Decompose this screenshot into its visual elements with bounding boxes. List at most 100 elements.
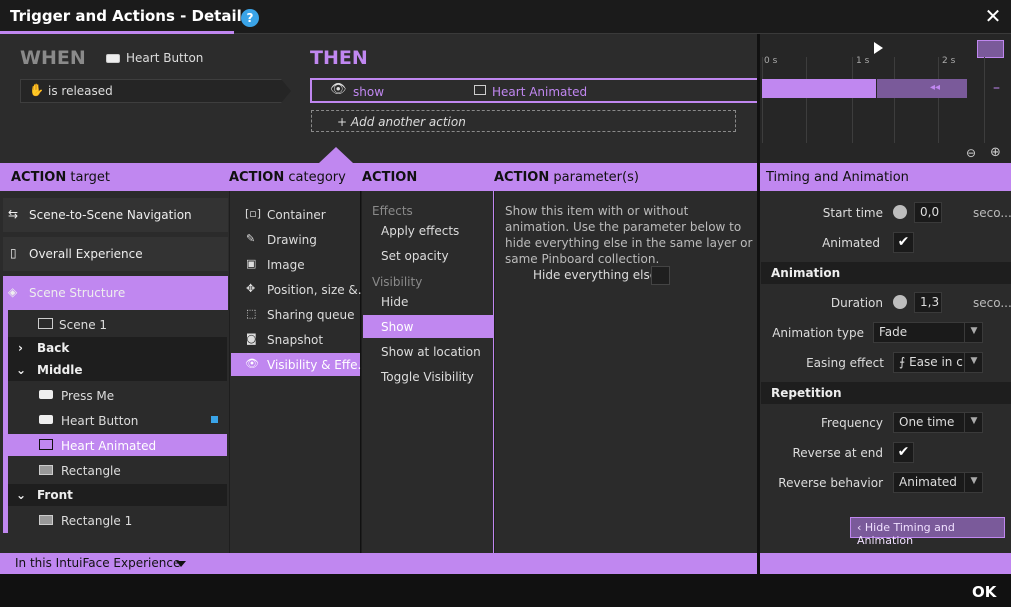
action-item[interactable]: Apply effects — [381, 224, 459, 238]
action-verb: show — [353, 85, 385, 99]
chevron-down-icon[interactable]: ▼ — [964, 412, 983, 433]
category-item[interactable]: Position, size &... — [267, 283, 369, 297]
nav-label: Scene Structure — [29, 286, 126, 300]
tree-group-label: Front — [37, 488, 73, 502]
zoom-out-icon[interactable]: ⊖ — [966, 146, 976, 160]
category-item[interactable]: Container — [267, 208, 326, 222]
bottom-bar — [0, 574, 1011, 607]
remove-icon[interactable]: – — [993, 80, 1000, 96]
tick-line — [894, 57, 895, 143]
animated-checkbox[interactable]: ✔ — [893, 232, 914, 253]
brush-icon: ✎ — [246, 232, 256, 245]
when-target[interactable]: Heart Button — [106, 51, 203, 65]
timeline-bar-duration[interactable] — [877, 79, 967, 98]
header-target: ACTION target — [11, 170, 110, 185]
layers-icon: ◈ — [8, 285, 18, 299]
category-item[interactable]: Image — [267, 258, 305, 272]
animation-type-value: Fade — [879, 325, 908, 339]
chevron-down-icon[interactable]: ▼ — [964, 352, 983, 373]
tree-label: Rectangle 1 — [61, 514, 133, 528]
chevron-down-icon[interactable]: ▼ — [964, 472, 983, 493]
rewind-icon: ◂◂ — [930, 82, 941, 93]
trigger-arrow — [281, 79, 291, 103]
then-label: THEN — [310, 47, 368, 69]
reverse-behavior-label: Reverse behavior — [778, 476, 883, 490]
container-icon: [▫] — [245, 207, 262, 220]
selection-caret — [319, 147, 353, 163]
reverse-end-checkbox[interactable]: ✔ — [893, 442, 914, 463]
arrows-icon: ⇆ — [8, 207, 19, 221]
tick-label: 2 s — [942, 56, 956, 66]
tick-line — [762, 57, 763, 143]
move-icon: ✥ — [246, 282, 256, 295]
when-label: WHEN — [20, 47, 86, 69]
action-group-label: Effects — [372, 204, 413, 218]
scene-icon — [38, 318, 53, 329]
tree-label: Heart Animated — [61, 439, 157, 453]
easing-label: Easing effect — [806, 356, 884, 370]
hide-else-label: Hide everything else — [533, 268, 658, 282]
when-target-label: Heart Button — [126, 51, 204, 65]
action-item[interactable]: Set opacity — [381, 249, 449, 263]
hand-icon: ✋ — [29, 83, 44, 97]
header-parameters: ACTION parameter(s) — [494, 170, 639, 185]
camera-icon: ◙ — [246, 332, 257, 345]
grid-icon[interactable] — [977, 40, 1004, 58]
button-icon — [106, 54, 120, 63]
window-title: Trigger and Actions - Details — [10, 7, 251, 25]
trigger-label: is released — [48, 84, 113, 98]
chevron-down-icon[interactable] — [176, 561, 186, 567]
animation-section-label: Animation — [771, 266, 841, 280]
action-item[interactable]: Show at location — [381, 345, 481, 359]
category-item[interactable]: Sharing queue — [267, 308, 354, 322]
ok-button[interactable]: OK — [972, 583, 996, 601]
frequency-label: Frequency — [821, 416, 883, 430]
category-item[interactable]: Drawing — [267, 233, 317, 247]
start-time-input[interactable]: 0,0 — [914, 202, 942, 223]
tree-label: Heart Button — [61, 414, 139, 428]
tick-label: 1 s — [856, 56, 870, 66]
rectangle-icon — [39, 465, 53, 475]
tick-label: 0 s — [764, 56, 778, 66]
zoom-in-icon[interactable]: ⊕ — [990, 145, 1001, 160]
timing-footer-bar — [760, 553, 1011, 574]
action-item[interactable]: Hide — [381, 295, 408, 309]
play-icon[interactable] — [874, 42, 883, 54]
nav-label: Overall Experience — [29, 247, 143, 261]
header-action: ACTION — [362, 170, 418, 185]
chevron-down-icon[interactable]: ▼ — [964, 322, 983, 343]
frequency-value: One time — [899, 415, 955, 429]
category-item[interactable]: Visibility & Effe... — [267, 358, 369, 372]
easing-icon: ⨍ — [899, 355, 910, 369]
eye-icon: 👁 — [245, 357, 259, 370]
duration-input[interactable]: 1,3 — [914, 292, 942, 313]
button-icon — [39, 390, 53, 399]
add-action-label: + Add another action — [337, 115, 466, 129]
action-item[interactable]: Show — [381, 320, 413, 334]
close-icon[interactable]: ✕ — [984, 5, 1002, 27]
hide-timing-button[interactable]: ‹ Hide Timing and Animation — [850, 517, 1005, 547]
scope-label[interactable]: In this IntuiFace Experience — [15, 556, 180, 570]
category-item[interactable]: Snapshot — [267, 333, 323, 347]
start-time-label: Start time — [822, 206, 883, 220]
help-icon[interactable]: ? — [241, 9, 259, 27]
duration-unit: seco... — [973, 296, 1011, 310]
animation-type-label: Animation type — [772, 326, 864, 340]
action-item[interactable]: Toggle Visibility — [381, 370, 474, 384]
panel-divider — [757, 34, 760, 574]
hide-else-checkbox[interactable] — [651, 266, 670, 285]
tick-line — [852, 57, 853, 143]
nav-label: Scene-to-Scene Navigation — [29, 208, 192, 222]
button-icon — [39, 415, 53, 424]
start-time-link-icon[interactable] — [893, 205, 907, 219]
tree-group-label: Middle — [37, 363, 83, 377]
chevron-right-icon: › — [18, 341, 23, 355]
image-icon: ▣ — [246, 257, 257, 270]
chevron-down-icon: ⌄ — [16, 488, 27, 502]
book-icon: ▯ — [10, 246, 17, 260]
duration-link-icon[interactable] — [893, 295, 907, 309]
timeline-bar-start[interactable] — [762, 79, 876, 98]
parameter-description: Show this item with or without animation… — [505, 204, 753, 266]
tick-line — [806, 57, 807, 143]
trigger-indicator — [211, 416, 218, 423]
